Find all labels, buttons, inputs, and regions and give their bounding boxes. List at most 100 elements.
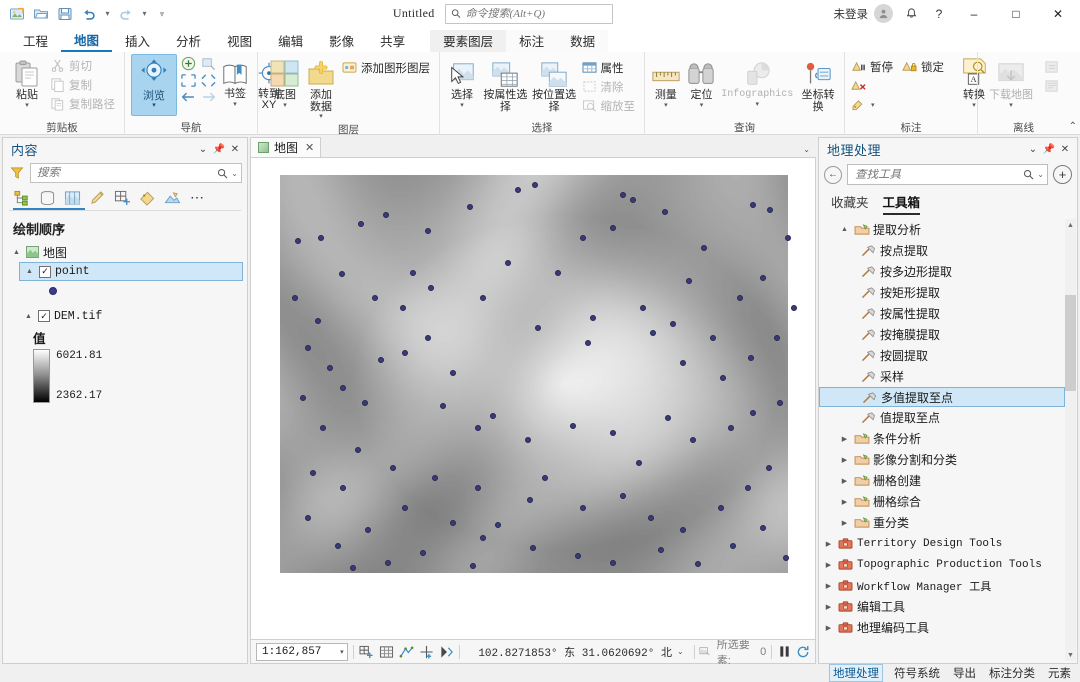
gp-toolset-row[interactable]: ▶ 重分类: [819, 512, 1077, 533]
list-by-diagram-icon[interactable]: [163, 188, 182, 207]
command-search-input[interactable]: [465, 7, 607, 20]
pause-drawing-icon[interactable]: [777, 643, 791, 660]
ribbon-tab-project[interactable]: 工程: [10, 30, 61, 52]
more-options-icon[interactable]: ⋯: [188, 188, 207, 207]
geoprocessing-menu-icon[interactable]: ⌄: [1025, 140, 1041, 158]
ribbon-tab-data[interactable]: 数据: [557, 30, 608, 52]
contents-search-input[interactable]: [37, 167, 215, 179]
navigate-icon[interactable]: [439, 643, 454, 660]
gp-expander-icon[interactable]: ▶: [823, 603, 834, 611]
download-map-button[interactable]: 下载地图 ▾: [982, 55, 1040, 111]
clear-labeling-button[interactable]: [849, 76, 949, 95]
redo-icon[interactable]: [115, 3, 137, 25]
gp-toolset-row[interactable]: ▶ 影像分割和分类: [819, 449, 1077, 470]
gp-tool-row[interactable]: 值提取至点: [819, 407, 1077, 428]
gp-expander-icon[interactable]: ▲: [839, 226, 850, 233]
ribbon-tab-edit[interactable]: 编辑: [265, 30, 316, 52]
toc-expander-icon[interactable]: ▲: [11, 249, 22, 256]
gp-tool-row[interactable]: 多值提取至点: [819, 387, 1065, 407]
notifications-bell-icon[interactable]: [898, 2, 924, 26]
list-by-data-source-icon[interactable]: [38, 188, 57, 207]
gp-tool-row[interactable]: 按多边形提取: [819, 261, 1077, 282]
gp-expander-icon[interactable]: ▶: [823, 540, 834, 548]
gp-tool-row[interactable]: 按点提取: [819, 240, 1077, 261]
ribbon-tab-analysis[interactable]: 分析: [163, 30, 214, 52]
ribbon-tab-share[interactable]: 共享: [367, 30, 418, 52]
list-by-snapping-icon[interactable]: [113, 188, 132, 207]
ribbon-tab-imagery[interactable]: 影像: [316, 30, 367, 52]
locate-button[interactable]: 定位 ▾: [685, 55, 719, 111]
command-search-box[interactable]: [444, 3, 613, 24]
help-icon[interactable]: ?: [926, 2, 952, 26]
scroll-up-icon[interactable]: ▲: [1065, 219, 1076, 231]
toc-expander-icon[interactable]: ▲: [23, 313, 34, 320]
toc-checkbox-point[interactable]: ✓: [39, 265, 51, 278]
gp-tool-row[interactable]: 按掩膜提取: [819, 324, 1077, 345]
gp-toolbox-row[interactable]: ▶ Territory Design Tools: [819, 533, 1077, 554]
gp-expander-icon[interactable]: ▶: [839, 477, 850, 485]
basemap-button[interactable]: 底图 ▾: [268, 55, 302, 111]
gp-toolset-row[interactable]: ▲ 提取分析: [819, 219, 1077, 240]
infographics-button[interactable]: Infographics ▾: [720, 55, 794, 110]
avatar[interactable]: [874, 4, 893, 23]
explore-button[interactable]: 浏览 ▾: [131, 54, 177, 116]
gp-toolbox-row[interactable]: ▶ Topographic Production Tools: [819, 554, 1077, 575]
toc-checkbox-dem[interactable]: ✓: [38, 310, 50, 322]
map-tab-overflow-icon[interactable]: ⌄: [803, 145, 810, 154]
pause-labeling-button[interactable]: 暂停: [849, 57, 898, 76]
gp-tool-row[interactable]: 按属性提取: [819, 303, 1077, 324]
list-by-drawing-order-icon[interactable]: [13, 188, 32, 207]
map-canvas[interactable]: [250, 157, 816, 640]
add-data-dropdown-icon[interactable]: ▾: [319, 113, 323, 120]
paste-dropdown-icon[interactable]: ▾: [25, 102, 29, 109]
contents-search-box[interactable]: ⌄: [30, 163, 242, 183]
select-button[interactable]: 选择 ▾: [444, 55, 480, 111]
toc-row-map[interactable]: ▲ 地图: [7, 242, 247, 262]
select-by-attributes-button[interactable]: 按属性选择: [482, 55, 529, 115]
gp-toolset-row[interactable]: ▶ 栅格综合: [819, 491, 1077, 512]
dock-tab-geoprocessing[interactable]: 地理处理: [829, 664, 883, 682]
undo-icon[interactable]: [78, 3, 100, 25]
gp-tool-row[interactable]: 采样: [819, 366, 1077, 387]
dock-tab-export[interactable]: 导出: [951, 664, 978, 682]
list-by-selection-icon[interactable]: [63, 188, 82, 207]
clear-selection-button[interactable]: 清除: [580, 77, 641, 96]
measure-dropdown-icon[interactable]: ▾: [664, 102, 668, 109]
paste-button[interactable]: 粘贴 ▾: [8, 55, 46, 111]
geoprocessing-pin-icon[interactable]: 📌: [1041, 140, 1057, 158]
gp-expander-icon[interactable]: ▶: [839, 498, 850, 506]
add-toolbox-icon[interactable]: +: [1053, 165, 1072, 184]
map-point-feature[interactable]: [791, 305, 797, 311]
fixed-zoom-out-icon[interactable]: [200, 73, 217, 88]
cut-button[interactable]: 剪切: [48, 56, 120, 75]
toc-row-point[interactable]: ▲ ✓ point: [19, 262, 243, 281]
customize-qat-icon[interactable]: ⩔: [152, 3, 172, 25]
lock-labeling-button[interactable]: 锁定: [900, 57, 949, 76]
ribbon-tab-map[interactable]: 地图: [61, 30, 113, 52]
next-extent-arrow-icon[interactable]: [201, 90, 217, 104]
dock-tab-label-class[interactable]: 标注分类: [987, 664, 1037, 682]
geoprocessing-scrollbar[interactable]: ▲ ▼: [1065, 219, 1076, 661]
select-dropdown-icon[interactable]: ▾: [460, 102, 464, 109]
measure-button[interactable]: 测量 ▾: [649, 55, 683, 111]
sync-button[interactable]: [1042, 57, 1065, 76]
gp-toolset-row[interactable]: ▶ 条件分析: [819, 428, 1077, 449]
geoprocessing-close-icon[interactable]: ✕: [1057, 140, 1073, 158]
grid-icon[interactable]: [379, 643, 394, 660]
ribbon-tab-view[interactable]: 视图: [214, 30, 265, 52]
gp-toolbox-row[interactable]: ▶ 编辑工具: [819, 596, 1077, 617]
previous-extent-icon[interactable]: [200, 55, 217, 72]
map-tab-close-icon[interactable]: ✕: [305, 141, 314, 154]
explore-navigator-pad[interactable]: 浏览 ▾: [131, 54, 177, 116]
full-extent-icon[interactable]: [180, 73, 197, 88]
gp-toolset-row[interactable]: ▶ 栅格创建: [819, 470, 1077, 491]
list-by-labeling-icon[interactable]: [138, 188, 157, 207]
locate-dropdown-icon[interactable]: ▾: [700, 102, 704, 109]
map-tab[interactable]: 地图 ✕: [250, 137, 322, 157]
contents-pin-icon[interactable]: 📌: [211, 140, 227, 158]
ribbon-tab-insert[interactable]: 插入: [112, 30, 163, 52]
close-button[interactable]: ✕: [1038, 0, 1078, 27]
contents-menu-icon[interactable]: ⌄: [195, 140, 211, 158]
toc-row-dem[interactable]: ▲ ✓ DEM.tif: [19, 306, 247, 326]
basemap-dropdown-icon[interactable]: ▾: [283, 102, 287, 109]
